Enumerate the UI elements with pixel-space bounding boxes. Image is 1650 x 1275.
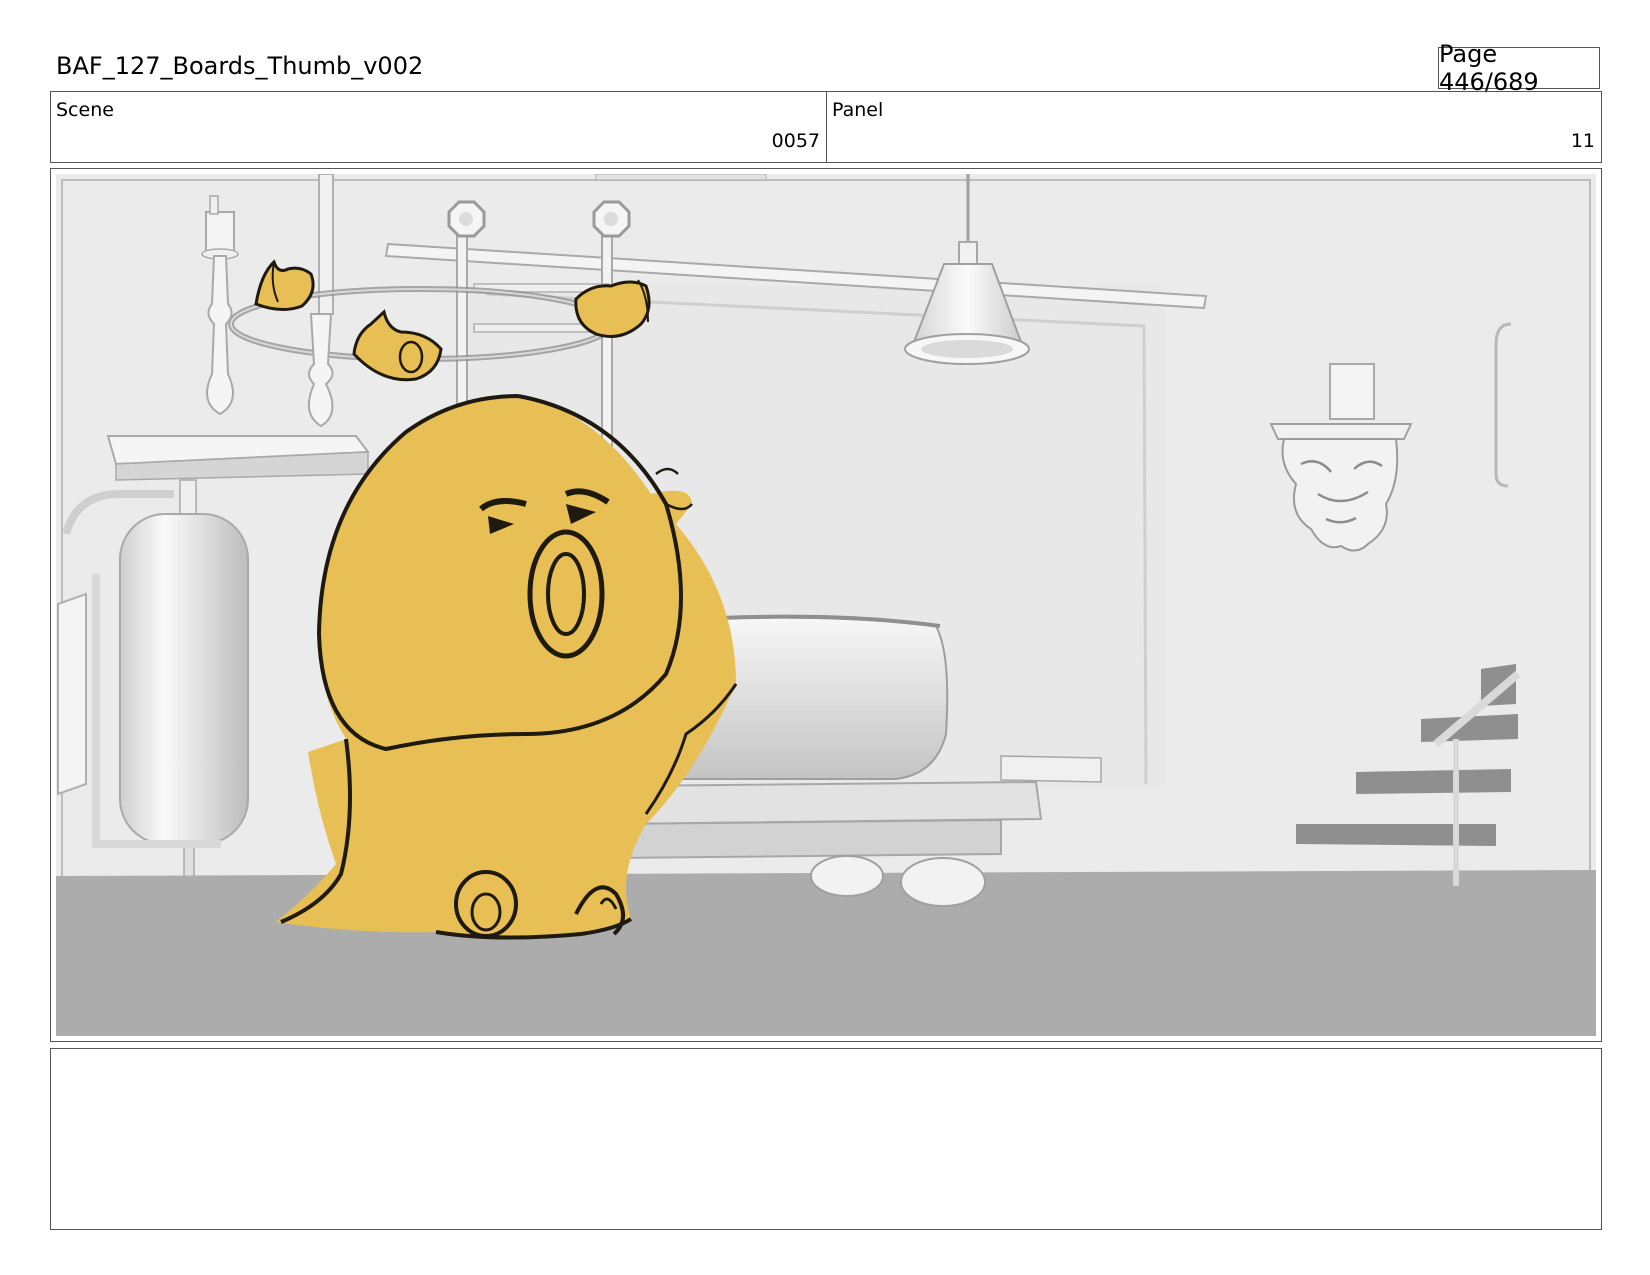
panel-label: Panel [832, 99, 884, 121]
scene-number: 0057 [771, 130, 820, 152]
storyboard-frame [50, 168, 1602, 1042]
scene-cell: Scene 0057 [51, 92, 827, 162]
floor [56, 870, 1596, 1036]
page-number: Page 446/689 [1438, 40, 1600, 96]
notes-box [50, 1048, 1602, 1230]
panel-number: 11 [1570, 130, 1595, 152]
storyboard-drawing [56, 174, 1596, 1036]
panel-cell: Panel 11 [827, 92, 1601, 162]
info-header: Scene 0057 Panel 11 [50, 91, 1602, 163]
document-title: BAF_127_Boards_Thumb_v002 [56, 52, 424, 80]
scene-label: Scene [56, 99, 114, 121]
